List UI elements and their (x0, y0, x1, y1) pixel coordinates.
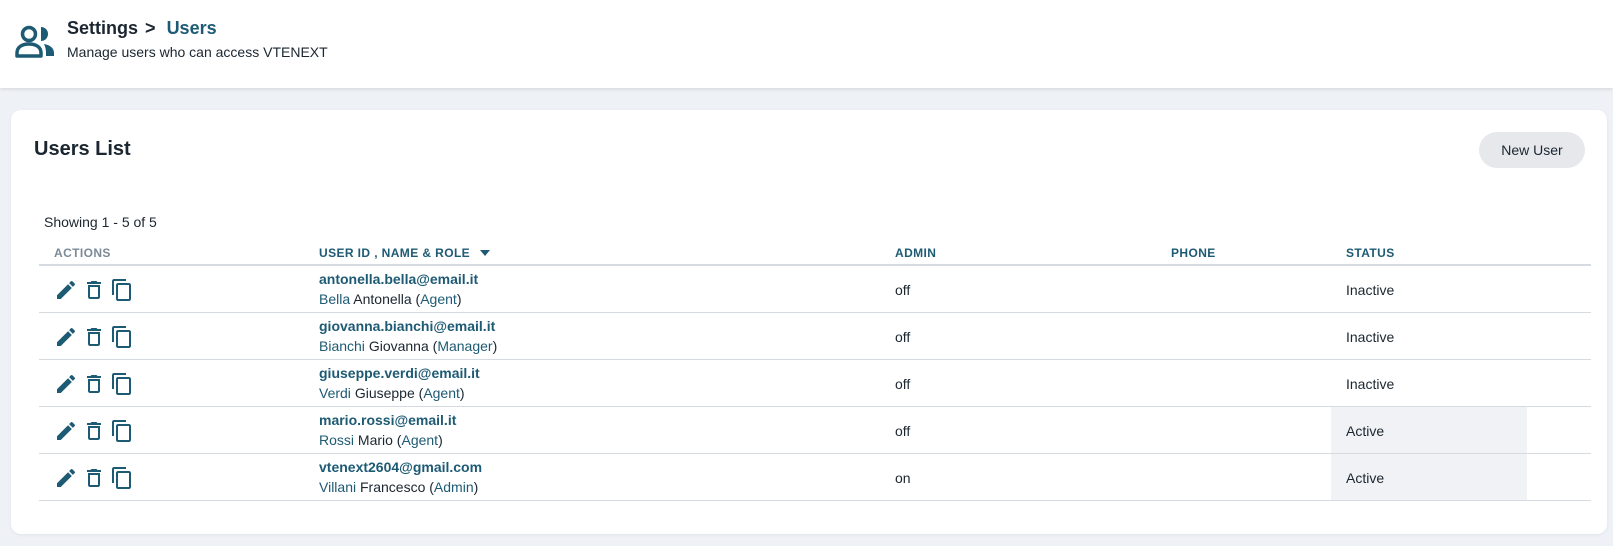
trash-icon[interactable] (82, 278, 106, 302)
user-first-name: Giuseppe (354, 385, 415, 401)
copy-icon[interactable] (110, 466, 134, 490)
table-header: ACTIONS USER ID , NAME & ROLE ADMIN PHON… (39, 240, 1591, 266)
users-list-card: Users List New User Showing 1 - 5 of 5 A… (11, 110, 1607, 534)
user-email-link[interactable]: giuseppe.verdi@email.it (319, 365, 480, 381)
user-name-role: Villani Francesco (Admin) (319, 479, 479, 495)
table-row: giuseppe.verdi@email.it Verdi Giuseppe (… (39, 360, 1591, 407)
trash-icon[interactable] (82, 372, 106, 396)
status-text: Inactive (1346, 329, 1395, 345)
trash-icon[interactable] (82, 466, 106, 490)
status-cell: Active (1331, 454, 1527, 500)
user-name-role: Rossi Mario (Agent) (319, 432, 443, 448)
copy-icon[interactable] (110, 372, 134, 396)
users-icon (14, 24, 58, 60)
admin-flag: off (895, 329, 911, 345)
user-name-role: Bella Antonella (Agent) (319, 291, 462, 307)
user-last-name-link[interactable]: Bianchi (319, 338, 365, 354)
table-row: giovanna.bianchi@email.it Bianchi Giovan… (39, 313, 1591, 360)
column-header-actions: ACTIONS (54, 246, 111, 260)
admin-flag: off (895, 376, 911, 392)
user-email-link[interactable]: antonella.bella@email.it (319, 271, 478, 287)
user-email-link[interactable]: giovanna.bianchi@email.it (319, 318, 495, 334)
copy-icon[interactable] (110, 419, 134, 443)
user-last-name-link[interactable]: Bella (319, 291, 350, 307)
trash-icon[interactable] (82, 419, 106, 443)
breadcrumb-current: Users (166, 18, 217, 38)
page-header: Settings > Users Manage users who can ac… (0, 0, 1613, 88)
copy-icon[interactable] (110, 278, 134, 302)
user-role-link[interactable]: Manager (437, 338, 492, 354)
user-email-link[interactable]: vtenext2604@gmail.com (319, 459, 482, 475)
status-text: Inactive (1346, 282, 1395, 298)
status-cell: Inactive (1331, 313, 1527, 359)
user-last-name-link[interactable]: Rossi (319, 432, 354, 448)
column-header-user[interactable]: USER ID , NAME & ROLE (319, 246, 491, 260)
status-text: Inactive (1346, 376, 1395, 392)
user-last-name-link[interactable]: Villani (319, 479, 356, 495)
sort-caret-icon[interactable] (480, 250, 491, 256)
column-header-user-label: USER ID , NAME & ROLE (319, 246, 471, 260)
pencil-icon[interactable] (54, 372, 78, 396)
user-role-link[interactable]: Agent (401, 432, 438, 448)
user-first-name: Mario (357, 432, 393, 448)
column-header-admin[interactable]: ADMIN (895, 246, 936, 260)
user-first-name: Giovanna (368, 338, 429, 354)
admin-flag: on (895, 470, 911, 486)
status-cell: Inactive (1331, 360, 1527, 406)
trash-icon[interactable] (82, 325, 106, 349)
breadcrumb-settings-link[interactable]: Settings (67, 18, 138, 38)
column-header-phone[interactable]: PHONE (1171, 246, 1216, 260)
pagination-summary: Showing 1 - 5 of 5 (44, 214, 157, 230)
user-first-name: Antonella (353, 291, 412, 307)
user-email-link[interactable]: mario.rossi@email.it (319, 412, 456, 428)
user-name-role: Verdi Giuseppe (Agent) (319, 385, 465, 401)
status-text: Active (1346, 423, 1385, 439)
table-row: vtenext2604@gmail.com Villani Francesco … (39, 454, 1591, 501)
table-body: antonella.bella@email.it Bella Antonella… (39, 266, 1591, 501)
users-table: ACTIONS USER ID , NAME & ROLE ADMIN PHON… (39, 240, 1591, 501)
pencil-icon[interactable] (54, 466, 78, 490)
pencil-icon[interactable] (54, 325, 78, 349)
status-text: Active (1346, 470, 1385, 486)
table-row: antonella.bella@email.it Bella Antonella… (39, 266, 1591, 313)
user-last-name-link[interactable]: Verdi (319, 385, 351, 401)
pencil-icon[interactable] (54, 278, 78, 302)
pencil-icon[interactable] (54, 419, 78, 443)
breadcrumb: Settings > Users (67, 18, 217, 39)
column-header-status[interactable]: STATUS (1346, 246, 1395, 260)
copy-icon[interactable] (110, 325, 134, 349)
user-role-link[interactable]: Agent (423, 385, 460, 401)
user-role-link[interactable]: Admin (434, 479, 474, 495)
breadcrumb-separator: > (145, 18, 156, 38)
admin-flag: off (895, 282, 911, 298)
card-title: Users List (34, 138, 131, 160)
new-user-button[interactable]: New User (1479, 132, 1585, 168)
user-role-link[interactable]: Agent (420, 291, 457, 307)
admin-flag: off (895, 423, 911, 439)
page-subtitle: Manage users who can access VTENEXT (67, 44, 328, 60)
table-row: mario.rossi@email.it Rossi Mario (Agent)… (39, 407, 1591, 454)
user-first-name: Francesco (360, 479, 426, 495)
status-cell: Inactive (1331, 266, 1527, 312)
user-name-role: Bianchi Giovanna (Manager) (319, 338, 498, 354)
status-cell: Active (1331, 407, 1527, 453)
